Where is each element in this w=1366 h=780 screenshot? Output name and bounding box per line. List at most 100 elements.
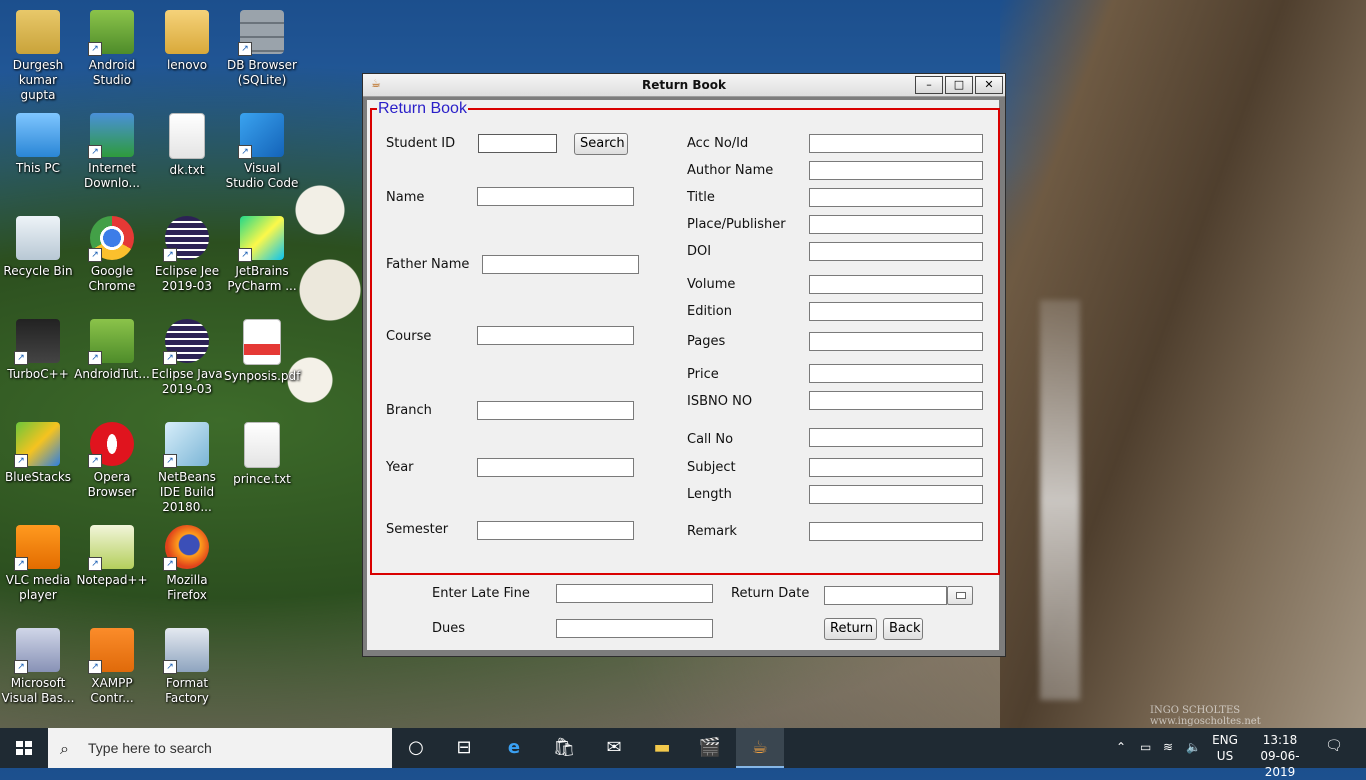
desktop-icon-opera[interactable]: ↗ Opera Browser xyxy=(74,422,150,500)
desktop-icon-turboc[interactable]: ↗ TurboC++ xyxy=(0,319,76,382)
taskbar: ⌕ Type here to search ○ ⊟ e 🛍 ✉ ▬ 🎬 ☕ ⌃ … xyxy=(0,728,1366,779)
branch-field[interactable] xyxy=(477,401,634,420)
student-id-label: Student ID xyxy=(386,136,456,151)
volume-icon[interactable]: 🔈 xyxy=(1186,740,1201,754)
desktop-icon-vscode[interactable]: ↗ Visual Studio Code xyxy=(224,113,300,191)
bluestacks-icon: ↗ xyxy=(14,422,60,468)
language-indicator[interactable]: ENG US xyxy=(1210,732,1240,764)
file-explorer-icon[interactable]: ▬ xyxy=(638,728,686,768)
return-date-field[interactable] xyxy=(824,586,947,605)
back-button[interactable]: Back xyxy=(883,618,923,640)
desktop-icon-chrome[interactable]: ↗ Google Chrome xyxy=(74,216,150,294)
volume-field[interactable] xyxy=(809,275,983,294)
text-file-icon xyxy=(244,422,280,468)
edge-icon[interactable]: e xyxy=(490,728,538,768)
subject-field[interactable] xyxy=(809,458,983,477)
return-date-label: Return Date xyxy=(731,586,810,601)
calendar-icon xyxy=(956,592,966,599)
return-book-window: ☕ Return Book – □ ✕ Return Book Student … xyxy=(362,73,1006,657)
desktop-icon-bluestacks[interactable]: ↗ BlueStacks xyxy=(0,422,76,485)
subject-label: Subject xyxy=(687,460,736,475)
edition-label: Edition xyxy=(687,304,732,319)
minimize-button[interactable]: – xyxy=(915,76,943,94)
call-no-field[interactable] xyxy=(809,428,983,447)
pages-field[interactable] xyxy=(809,332,983,351)
desktop-icon-db-browser[interactable]: ↗ DB Browser (SQLite) xyxy=(224,10,300,88)
wallpaper-waterfall xyxy=(1040,300,1080,700)
publisher-field[interactable] xyxy=(809,215,983,234)
taskbar-clock[interactable]: 13:18 09-06-2019 xyxy=(1250,732,1310,780)
length-field[interactable] xyxy=(809,485,983,504)
remark-field[interactable] xyxy=(809,522,983,541)
vscode-icon: ↗ xyxy=(238,113,284,159)
eclipse-icon: ↗ xyxy=(163,216,209,262)
course-label: Course xyxy=(386,329,432,344)
desktop-icon-xampp[interactable]: ↗ XAMPP Contr... xyxy=(74,628,150,706)
desktop-icon-dk-txt[interactable]: dk.txt xyxy=(149,113,225,178)
desktop-icon-internet-download[interactable]: ↗ Internet Downlo... xyxy=(74,113,150,191)
late-fine-field[interactable] xyxy=(556,584,713,603)
clock-time: 13:18 xyxy=(1262,733,1298,747)
father-name-field[interactable] xyxy=(482,255,639,274)
desktop-icon-vlc[interactable]: ↗ VLC media player xyxy=(0,525,76,603)
notification-center-icon[interactable]: 🗨 xyxy=(1325,738,1343,754)
pages-label: Pages xyxy=(687,334,726,349)
wifi-icon[interactable]: ≋ xyxy=(1163,740,1173,754)
movies-icon[interactable]: 🎬 xyxy=(686,728,734,768)
price-field[interactable] xyxy=(809,364,983,383)
opera-icon: ↗ xyxy=(88,422,134,468)
desktop-icon-prince-txt[interactable]: prince.txt xyxy=(224,422,300,487)
search-button[interactable]: Search xyxy=(574,133,628,155)
start-button[interactable] xyxy=(0,728,48,768)
store-icon[interactable]: 🛍 xyxy=(540,728,588,768)
doi-field[interactable] xyxy=(809,242,983,261)
desktop-icon-android-studio[interactable]: ↗ Android Studio xyxy=(74,10,150,88)
tray-overflow-icon[interactable]: ⌃ xyxy=(1116,740,1126,754)
window-title: Return Book xyxy=(642,78,726,92)
desktop-icon-pycharm[interactable]: ↗ JetBrains PyCharm ... xyxy=(224,216,300,294)
title-field[interactable] xyxy=(809,188,983,207)
desktop-icon-visual-basic[interactable]: ↗ Microsoft Visual Bas... xyxy=(0,628,76,706)
isbn-field[interactable] xyxy=(809,391,983,410)
year-label: Year xyxy=(386,460,414,475)
semester-field[interactable] xyxy=(477,521,634,540)
desktop-icon-user-folder[interactable]: Durgesh kumar gupta xyxy=(0,10,76,103)
task-view-icon[interactable]: ○ xyxy=(392,728,440,768)
author-name-field[interactable] xyxy=(809,161,983,180)
acc-no-field[interactable] xyxy=(809,134,983,153)
vlc-icon: ↗ xyxy=(14,525,60,571)
desktop-icon-android-tut[interactable]: ↗ AndroidTut... xyxy=(74,319,150,382)
close-button[interactable]: ✕ xyxy=(975,76,1003,94)
year-field[interactable] xyxy=(477,458,634,477)
desktop-icon-netbeans[interactable]: ↗ NetBeans IDE Build 20180... xyxy=(149,422,225,515)
desktop-icon-notepadpp[interactable]: ↗ Notepad++ xyxy=(74,525,150,588)
xampp-icon: ↗ xyxy=(88,628,134,674)
timeline-icon[interactable]: ⊟ xyxy=(440,728,488,768)
desktop-icon-eclipse-java[interactable]: ↗ Eclipse Java 2019-03 xyxy=(149,319,225,397)
desktop-icon-firefox[interactable]: ↗ Mozilla Firefox xyxy=(149,525,225,603)
dues-field[interactable] xyxy=(556,619,713,638)
battery-icon[interactable]: ▭ xyxy=(1140,740,1151,754)
student-id-field[interactable] xyxy=(478,134,557,153)
course-field[interactable] xyxy=(477,326,634,345)
desktop-icon-lenovo[interactable]: lenovo xyxy=(149,10,225,73)
desktop-icon-recycle-bin[interactable]: Recycle Bin xyxy=(0,216,76,279)
mail-icon[interactable]: ✉ xyxy=(590,728,638,768)
maximize-button[interactable]: □ xyxy=(945,76,973,94)
format-factory-icon: ↗ xyxy=(163,628,209,674)
return-button[interactable]: Return xyxy=(824,618,877,640)
desktop-icon-eclipse-jee[interactable]: ↗ Eclipse Jee 2019-03 xyxy=(149,216,225,294)
window-titlebar[interactable]: ☕ Return Book – □ ✕ xyxy=(363,74,1005,97)
java-app-taskbar-icon[interactable]: ☕ xyxy=(736,728,784,768)
author-name-label: Author Name xyxy=(687,163,774,178)
name-field[interactable] xyxy=(477,187,634,206)
edition-field[interactable] xyxy=(809,302,983,321)
desktop-icon-this-pc[interactable]: This PC xyxy=(0,113,76,176)
taskbar-search-box[interactable]: ⌕ Type here to search xyxy=(48,728,392,768)
wallpaper-watermark: INGO SCHOLTES www.ingoscholtes.net xyxy=(1150,705,1261,727)
calendar-button[interactable] xyxy=(947,586,973,605)
chrome-icon: ↗ xyxy=(88,216,134,262)
desktop-icon-synopsis-pdf[interactable]: Synposis.pdf xyxy=(224,319,300,384)
windows-logo-icon xyxy=(16,741,32,755)
desktop-icon-format-factory[interactable]: ↗ Format Factory xyxy=(149,628,225,706)
